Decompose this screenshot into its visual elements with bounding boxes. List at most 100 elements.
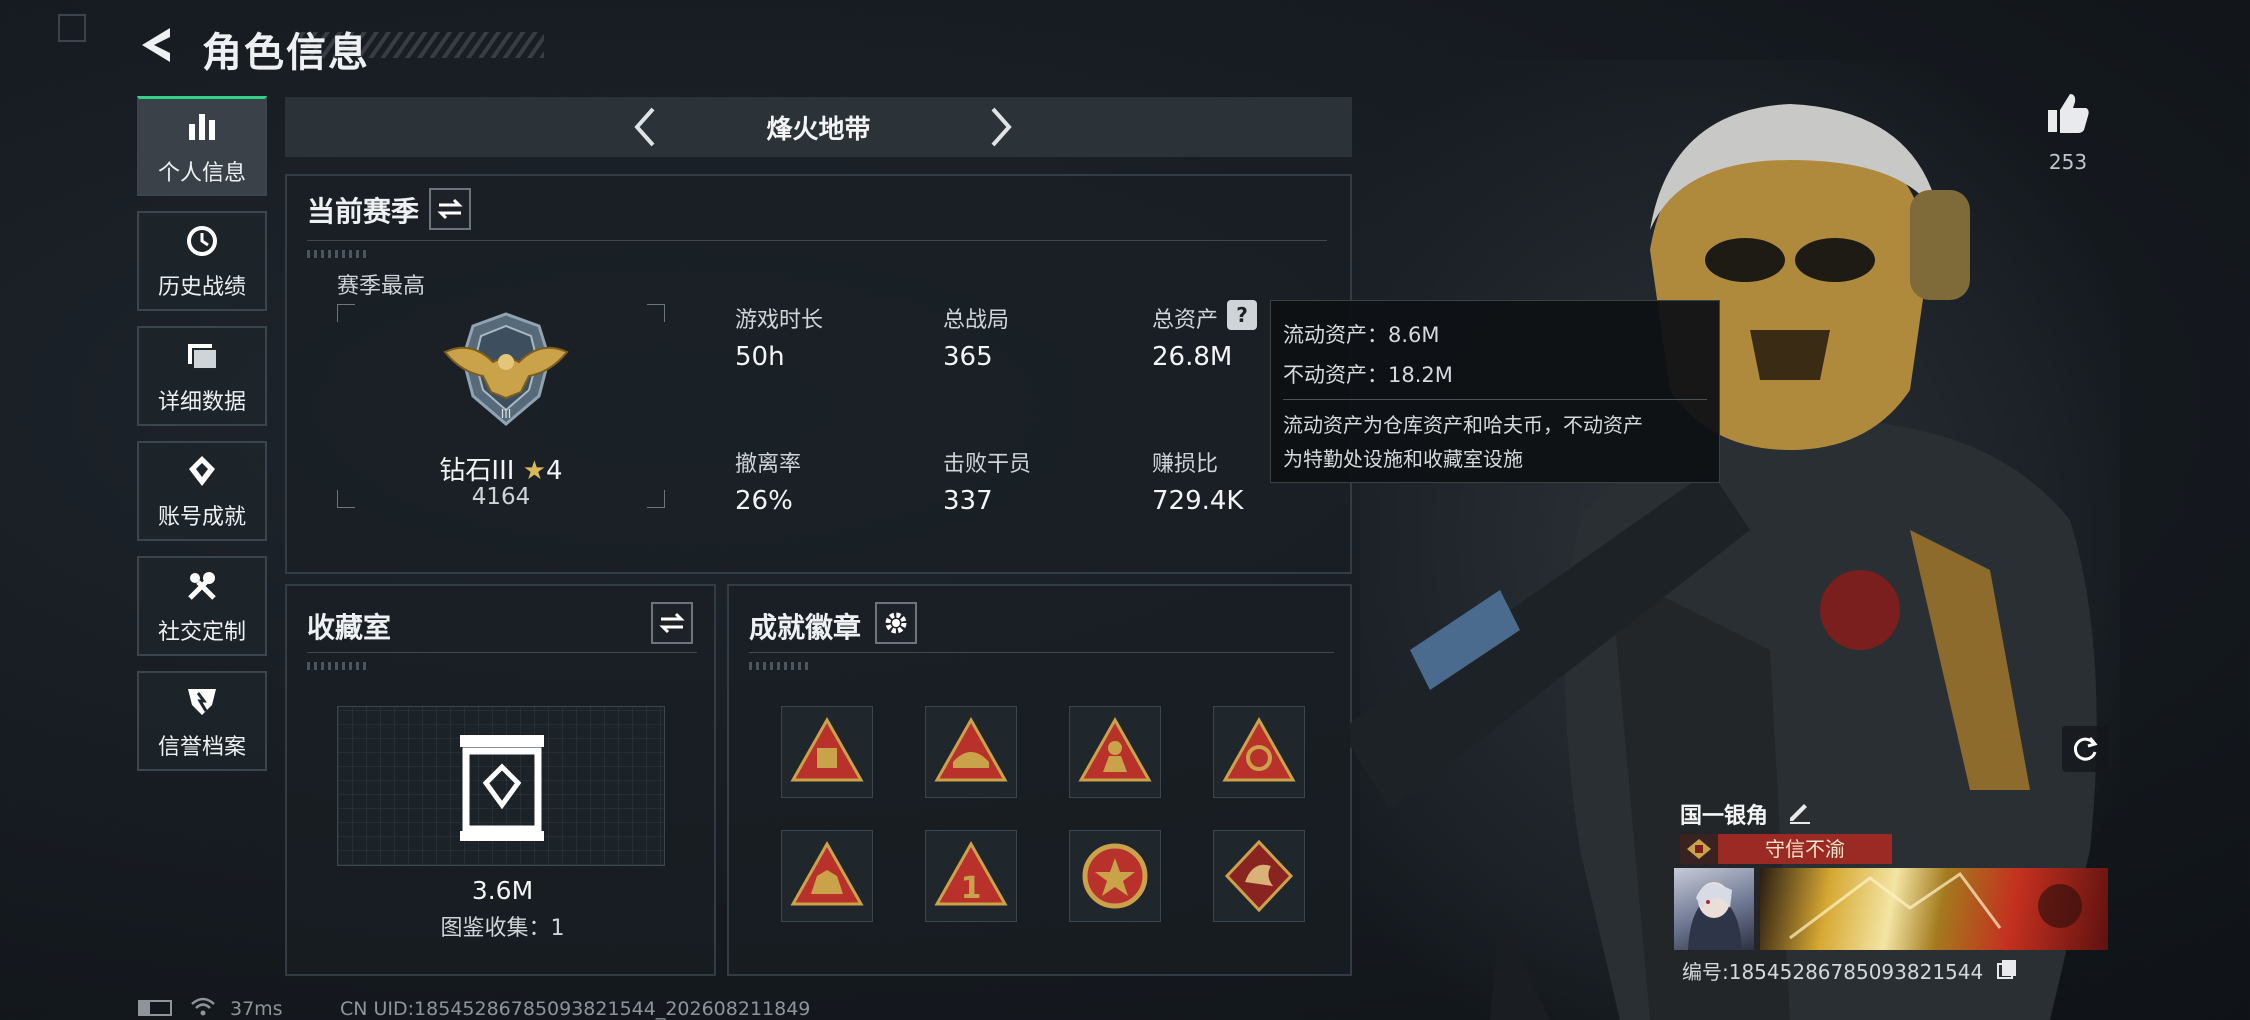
- corner-frame: [58, 14, 86, 42]
- season-panel: 当前赛季 赛季最高 III 钻石III ★4 4164 游戏时长 50h 总战局…: [285, 174, 1352, 574]
- bar-chart-icon: [182, 107, 222, 147]
- title-emblem-icon: [1680, 834, 1718, 864]
- uid-text: CN UID:18545286785093821544_202608211849: [340, 998, 811, 1020]
- like-count: 253: [2048, 150, 2088, 174]
- badge-emblem-icon[interactable]: [1213, 706, 1305, 798]
- tooltip-fixed-assets: 不动资产：18.2M: [1283, 363, 1453, 387]
- svg-text:III: III: [501, 407, 512, 421]
- copy-id-button[interactable]: [1996, 958, 2018, 980]
- wifi-icon: [190, 996, 216, 1018]
- season-best-label: 赛季最高: [337, 274, 426, 299]
- season-title: 当前赛季: [307, 195, 420, 228]
- nav-label: 历史战绩: [157, 275, 246, 300]
- refresh-button[interactable]: [2062, 726, 2108, 772]
- nav-label: 个人信息: [157, 160, 246, 186]
- edit-name-button[interactable]: [1786, 798, 1814, 826]
- stat-label-kills: 击败干员: [943, 452, 1032, 477]
- refresh-icon: [2073, 737, 2098, 761]
- badge-tank-icon[interactable]: [925, 706, 1017, 798]
- divider: [307, 240, 1327, 241]
- collection-catalog: 图鉴收集：1: [440, 916, 565, 941]
- stat-value-assets: 26.8M: [1152, 342, 1233, 372]
- side-nav: 个人信息 历史战绩 详细数据 账号成就 社交定制 信誉档案: [137, 96, 267, 786]
- nav-label: 信誉档案: [157, 735, 246, 760]
- collection-preview[interactable]: [337, 706, 665, 866]
- help-icon[interactable]: ?: [1227, 300, 1257, 330]
- badge-star-medal-icon[interactable]: [1069, 830, 1161, 922]
- collection-panel: 收藏室 3.6M 图鉴收集：1: [285, 584, 716, 976]
- nav-item-achievements[interactable]: 账号成就: [137, 441, 267, 541]
- badges-settings-button[interactable]: [875, 602, 917, 644]
- nav-item-credit[interactable]: 信誉档案: [137, 671, 267, 771]
- assets-tooltip: 流动资产：8.6M 不动资产：18.2M 流动资产为仓库资产和哈夫币，不动资产 …: [1270, 300, 1720, 483]
- like-button[interactable]: [2044, 90, 2092, 138]
- stat-label-extract-rate: 撤离率: [735, 452, 802, 477]
- swap-icon: [437, 198, 463, 220]
- stat-label-playtime: 游戏时长: [735, 308, 824, 333]
- player-name: 国一银角: [1680, 804, 1769, 829]
- tools-icon: [182, 566, 222, 606]
- nav-label: 账号成就: [157, 505, 246, 530]
- collection-title: 收藏室: [307, 611, 392, 644]
- tooltip-desc-line-2: 为特勤处设施和收藏室设施: [1283, 447, 1523, 471]
- back-arrow-icon: [142, 28, 170, 62]
- collection-value: 3.6M: [471, 876, 534, 905]
- player-avatar[interactable]: [1674, 868, 1754, 950]
- next-mode-button[interactable]: [977, 105, 1021, 149]
- stat-value-profit-ratio: 729.4K: [1152, 486, 1244, 516]
- stat-label-assets: 总资产: [1152, 308, 1219, 333]
- chevron-right-icon: [991, 107, 1012, 147]
- nav-item-details[interactable]: 详细数据: [137, 326, 267, 426]
- history-icon: [182, 221, 222, 261]
- badge-beast-icon[interactable]: [781, 830, 873, 922]
- star-icon: ★: [522, 456, 547, 486]
- nav-label: 社交定制: [157, 620, 246, 645]
- vault-icon: [460, 735, 544, 841]
- swap-icon: [659, 612, 685, 634]
- decor-dots: [307, 662, 367, 670]
- rank-name: 钻石III: [439, 456, 515, 486]
- nav-item-social[interactable]: 社交定制: [137, 556, 267, 656]
- badges-title: 成就徽章: [749, 611, 862, 644]
- stat-value-playtime: 50h: [735, 342, 785, 372]
- collection-switch-button[interactable]: [651, 602, 693, 644]
- diamond-rank-emblem-icon: III: [443, 312, 569, 426]
- ping-value: 37ms: [230, 998, 283, 1020]
- rank-stars: 4: [546, 456, 563, 486]
- battery-icon: [138, 1000, 172, 1016]
- mode-selector: 烽火地带: [285, 97, 1352, 157]
- divider: [749, 652, 1334, 653]
- mode-label: 烽火地带: [766, 115, 871, 145]
- player-title-badge: 守信不渝: [1718, 834, 1892, 864]
- thumbs-up-icon: [2048, 94, 2089, 133]
- back-button[interactable]: [136, 22, 182, 68]
- badge-soldier-icon[interactable]: [1069, 706, 1161, 798]
- badges-panel: 成就徽章 1: [727, 584, 1352, 976]
- achievement-icon: [182, 451, 222, 491]
- badge-dragon-icon[interactable]: [1213, 830, 1305, 922]
- stat-label-matches: 总战局: [943, 308, 1010, 333]
- player-banner[interactable]: [1760, 868, 2108, 950]
- stat-value-extract-rate: 26%: [735, 486, 793, 516]
- tooltip-desc-line-1: 流动资产为仓库资产和哈夫币，不动资产: [1283, 413, 1643, 437]
- shield-icon: [182, 681, 222, 721]
- stat-value-matches: 365: [943, 342, 993, 372]
- badge-supply-icon[interactable]: [781, 706, 873, 798]
- folder-icon: [182, 336, 222, 376]
- stat-value-kills: 337: [943, 486, 993, 516]
- svg-text:1: 1: [961, 871, 982, 906]
- nav-item-history[interactable]: 历史战绩: [137, 211, 267, 311]
- decor-dots: [307, 250, 367, 258]
- stat-label-profit-ratio: 赚损比: [1152, 452, 1219, 477]
- badge-number-one-icon[interactable]: 1: [925, 830, 1017, 922]
- rank-points: 4164: [471, 484, 531, 510]
- player-id: 编号:18545286785093821544: [1682, 960, 1984, 984]
- season-switch-button[interactable]: [429, 188, 471, 230]
- nav-item-profile[interactable]: 个人信息: [137, 96, 267, 196]
- decor-dots: [749, 662, 809, 670]
- divider: [307, 652, 697, 653]
- rank-name-row: 钻石III ★4: [337, 450, 665, 487]
- tooltip-liquid-assets: 流动资产：8.6M: [1283, 323, 1440, 347]
- pencil-icon: [1790, 804, 1810, 824]
- rank-frame: III 钻石III ★4 4164: [337, 304, 665, 510]
